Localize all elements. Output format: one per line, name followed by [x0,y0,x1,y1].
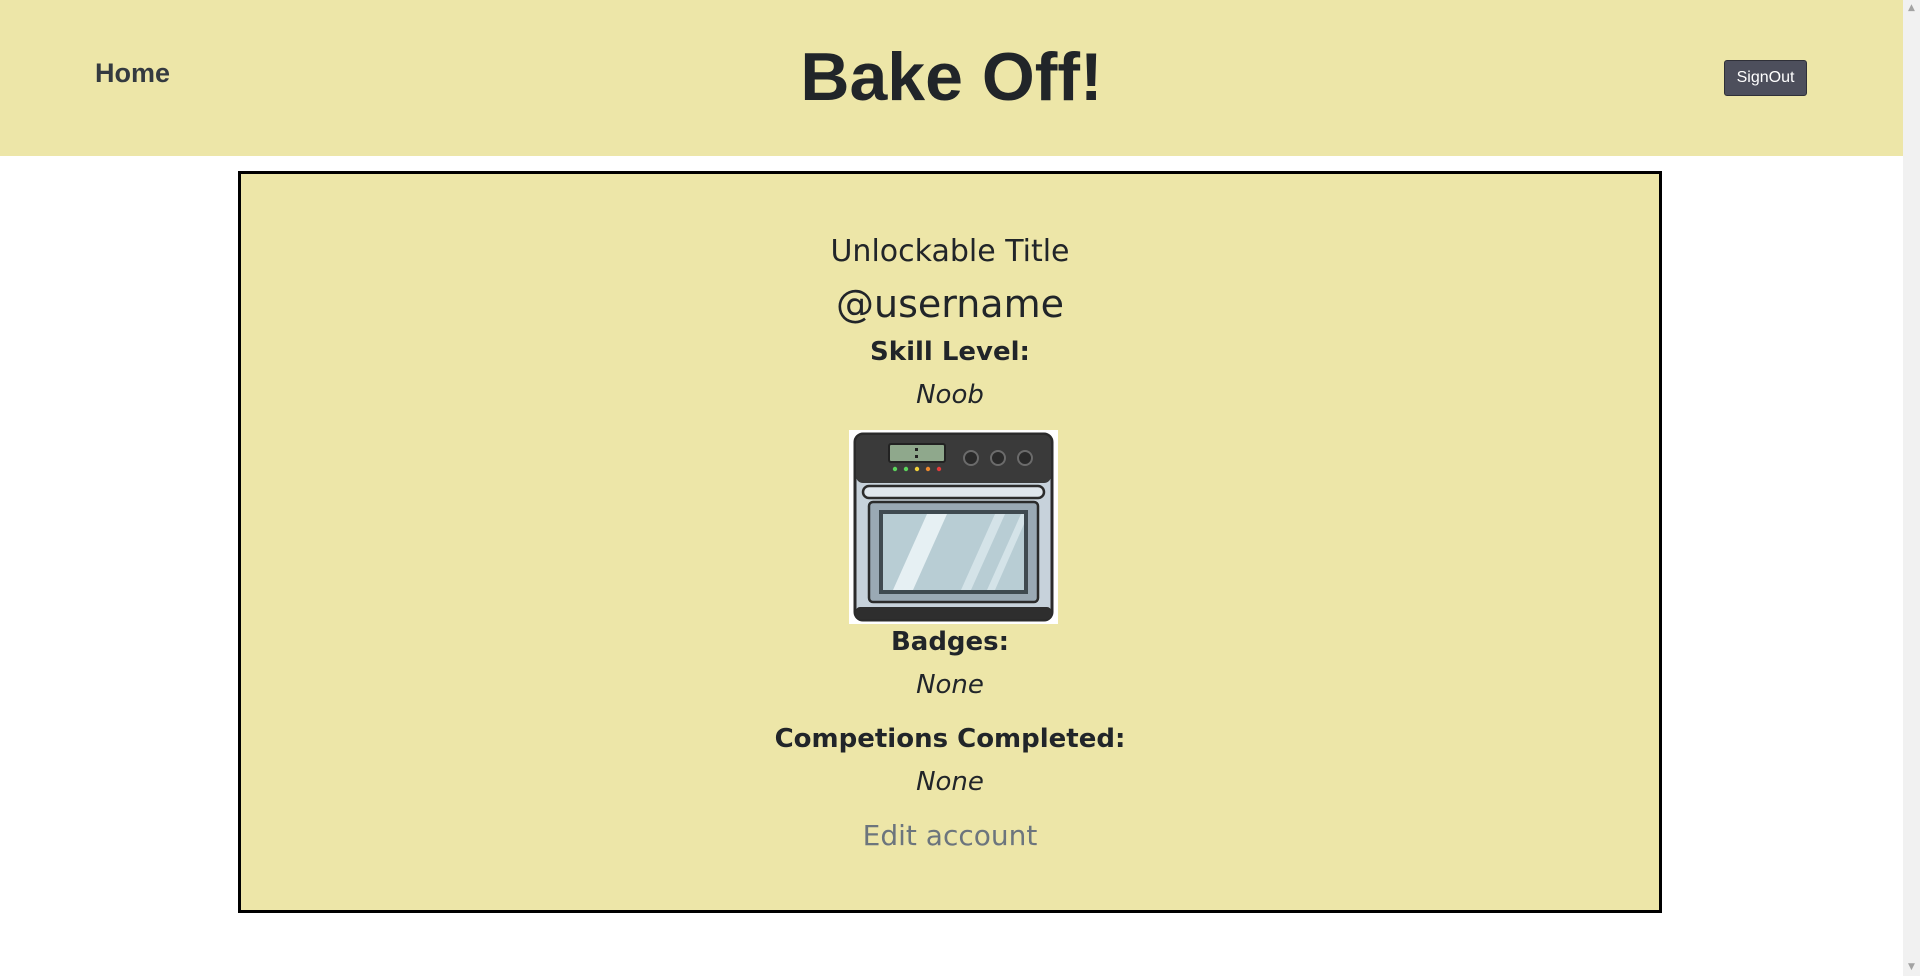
skill-level-label: Skill Level: [870,337,1030,367]
unlockable-title: Unlockable Title [830,234,1070,269]
scroll-up-arrow-icon[interactable]: ▲ [1903,0,1920,17]
skill-level-value: Noob [916,380,984,410]
edit-account-link[interactable]: Edit account [241,819,1659,852]
username: @username [836,282,1064,326]
signout-button[interactable]: SignOut [1724,60,1807,96]
scroll-down-arrow-icon[interactable]: ▼ [1903,959,1920,976]
competitions-label: Competions Completed: [774,724,1126,754]
page: Home Bake Off! SignOut Unlockable Title … [0,0,1903,976]
profile-card: Unlockable Title @username Skill Level: … [238,171,1662,913]
browser-viewport: Home Bake Off! SignOut Unlockable Title … [0,0,1920,976]
site-title: Bake Off! [800,39,1103,115]
vertical-scrollbar[interactable]: ▲ ▼ [1903,0,1920,976]
badges-label: Badges: [890,627,1010,657]
oven-icon [849,430,1058,624]
badges-value: None [916,670,984,700]
competitions-value: None [916,767,984,797]
site-header: Home Bake Off! SignOut [0,0,1903,156]
